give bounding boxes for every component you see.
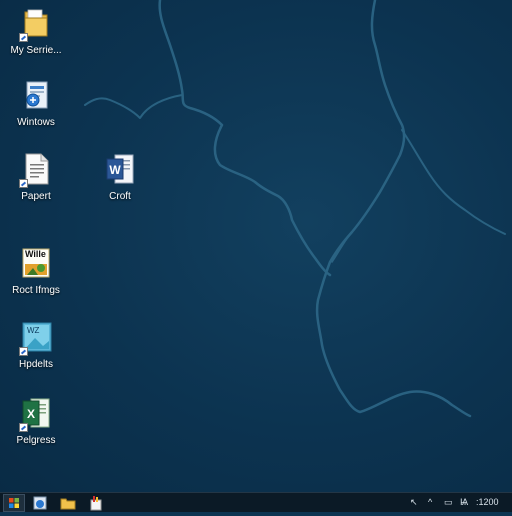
installer-icon <box>19 78 53 114</box>
desktop-icon-my-series[interactable]: My Serrie... <box>0 6 72 57</box>
desktop-icon-roct-ifmgs[interactable]: Wille Roct Ifmgs <box>0 246 72 297</box>
desktop-icon-label: Croft <box>109 191 131 202</box>
paint-icon <box>90 496 102 511</box>
taskbar-folder-button[interactable] <box>60 495 76 511</box>
shortcut-overlay-icon <box>19 347 28 356</box>
icon-badge-text: WZ <box>27 326 40 335</box>
folder-icon <box>60 498 76 510</box>
start-button[interactable] <box>3 494 25 512</box>
shortcut-overlay-icon <box>19 423 28 432</box>
shortcut-overlay-icon <box>19 179 28 188</box>
excel-icon: X <box>19 396 53 432</box>
desktop-wallpaper <box>0 0 512 492</box>
wallpaper-veins <box>84 0 506 418</box>
desktop-icon-label: Hpdelts <box>19 359 53 370</box>
tray-clock[interactable]: :1200 <box>476 496 499 508</box>
desktop-icon-papert[interactable]: Papert <box>0 152 72 203</box>
windows-start-icon <box>9 498 19 508</box>
desktop-icon-label: Roct Ifmgs <box>12 285 60 296</box>
taskbar: ↖ ^ ▭ Ѩ :1200 <box>0 492 512 512</box>
desktop-icon-pelgress[interactable]: X Pelgress <box>0 396 72 447</box>
tray-chevron-icon[interactable]: ^ <box>428 496 432 508</box>
desktop-icon-label: My Serrie... <box>10 45 62 56</box>
image-icon: Wille <box>19 246 53 282</box>
desktop-icon-label: Wintows <box>17 117 55 128</box>
desktop-icon-label: Papert <box>21 191 51 202</box>
icon-badge-text: Wille <box>25 249 46 259</box>
document-icon <box>19 152 53 188</box>
desktop-icon-wintows[interactable]: Wintows <box>0 78 72 129</box>
taskbar-paint-button[interactable] <box>88 495 104 511</box>
installer-icon <box>33 496 47 510</box>
tray-arrow-icon[interactable]: ↖ <box>410 496 418 508</box>
folder-icon <box>19 6 53 42</box>
desktop-icon-hpdelts[interactable]: WZ Hpdelts <box>0 320 72 371</box>
image-icon: WZ <box>19 320 53 356</box>
shortcut-overlay-icon <box>19 33 28 42</box>
desktop-icon-label: Pelgress <box>16 435 56 446</box>
tray-text: Ѩ <box>460 497 469 507</box>
desktop-icon-croft[interactable]: W Croft <box>84 152 156 203</box>
tray-network-icon[interactable]: ▭ <box>444 496 453 508</box>
svg-text:X: X <box>27 407 35 421</box>
svg-text:W: W <box>109 163 121 177</box>
taskbar-installer-button[interactable] <box>32 495 48 511</box>
word-icon: W <box>103 152 137 188</box>
